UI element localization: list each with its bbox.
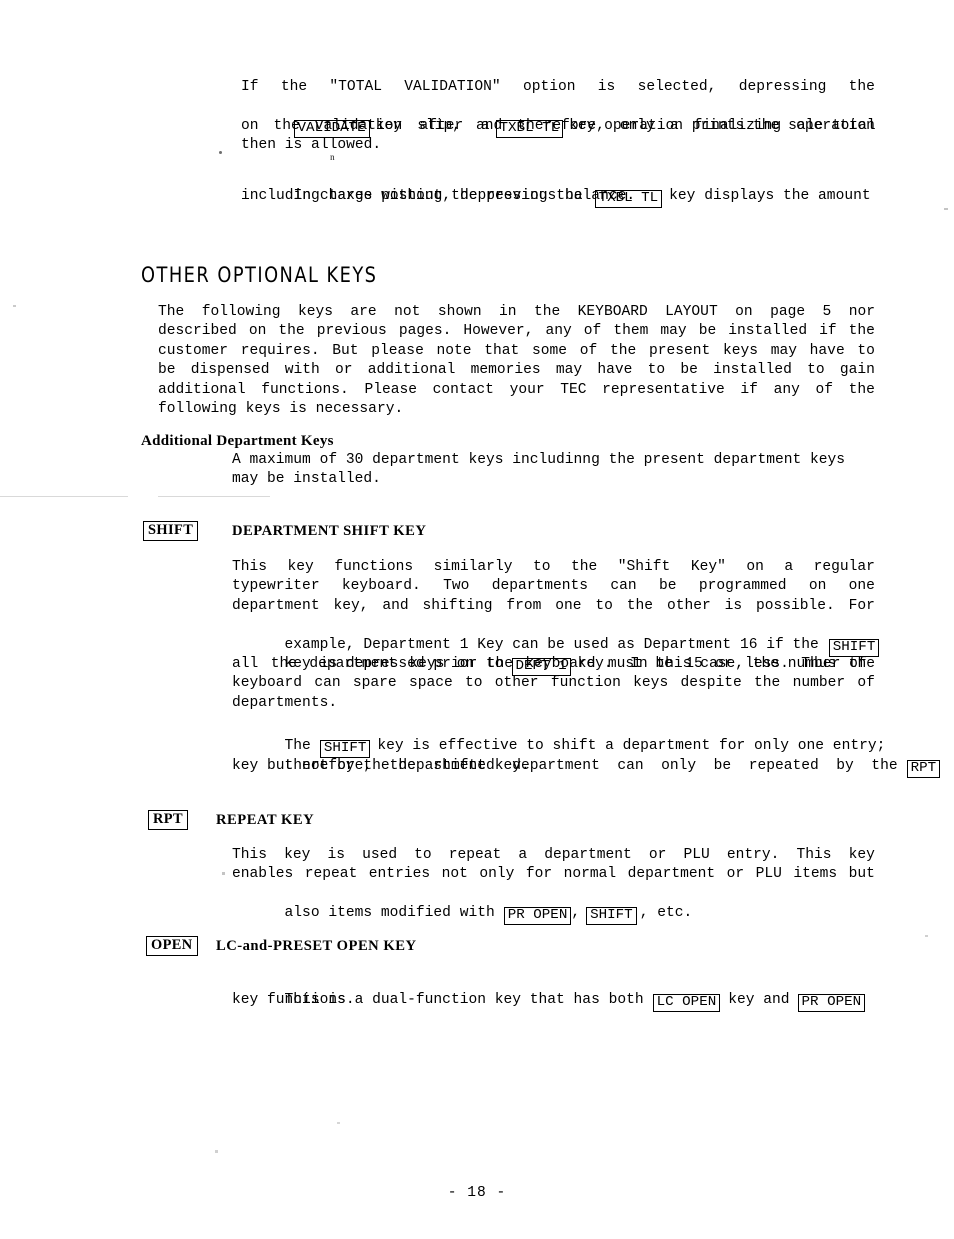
section-title: OTHER OPTIONAL KEYS bbox=[141, 263, 378, 288]
text-line: additional functions. Please contact you… bbox=[158, 381, 875, 398]
additional-departments-paragraph: A maximum of 30 department keys includin… bbox=[232, 451, 875, 490]
text-line: The SHIFT key is effective to shift a depa… bbox=[284, 738, 886, 759]
scan-artifact-line bbox=[158, 496, 270, 497]
keycap-pr-open[interactable]: PR OPEN bbox=[797, 994, 866, 1013]
text-line: This is a dual-function key that has bot… bbox=[232, 972, 875, 1013]
keycap-lc-open[interactable]: LC OPEN bbox=[652, 994, 721, 1013]
open-key-paragraph: This is a dual-function key that has bot… bbox=[232, 972, 875, 1013]
text-line: be dispensed with or additional memories… bbox=[158, 362, 875, 379]
scan-artifact-speck bbox=[215, 1150, 218, 1153]
text-line: customer requires. But please note that … bbox=[158, 342, 875, 359]
key-title-lc-and-preset-open-key: LC-and-PRESET OPEN KEY bbox=[216, 938, 417, 954]
keycap-shift[interactable]: SHIFT bbox=[586, 907, 637, 926]
repeat-key-paragraph: This key is used to repeat a department … bbox=[232, 846, 875, 926]
intro-paragraph-1: If the "TOTAL VALIDATION" option is sele… bbox=[241, 78, 876, 156]
keycap-rpt[interactable]: RPT bbox=[906, 759, 941, 778]
scan-artifact-speck bbox=[925, 935, 928, 937]
text-line: keyboard can spare space to other functi… bbox=[232, 675, 875, 692]
margin-keycap-rpt[interactable]: RPT bbox=[148, 810, 188, 830]
text-line: The following keys are not shown in the … bbox=[158, 304, 875, 320]
text-line: In charge posting, depressing the TXBL TL… bbox=[293, 188, 871, 209]
keycap-shift[interactable]: SHIFT bbox=[828, 638, 880, 657]
margin-keycap-open[interactable]: OPEN bbox=[146, 936, 198, 956]
key-title-repeat-key: REPEAT KEY bbox=[216, 812, 315, 828]
scan-artifact-speck bbox=[219, 151, 222, 154]
text-line: department key, and shifting from one to… bbox=[232, 597, 875, 614]
scan-artifact-speck bbox=[13, 305, 16, 307]
document-page: ⁿ If the "TOTAL VALIDATION" option is se… bbox=[0, 0, 954, 1239]
section-intro-paragraph: The following keys are not shown in the … bbox=[158, 303, 875, 419]
subsection-title-additional-department-keys: Additional Department Keys bbox=[141, 433, 334, 449]
scan-artifact-speck bbox=[944, 208, 948, 210]
text-line: enables repeat entries not only for norm… bbox=[232, 866, 875, 883]
text-line: A maximum of 30 department keys includin… bbox=[232, 452, 846, 468]
shift-key-paragraph-2: The SHIFT key is effective to shift a depa… bbox=[232, 718, 941, 778]
text-line: may be installed. bbox=[232, 471, 381, 488]
text-line: following keys is necessary. bbox=[158, 401, 404, 418]
margin-keycap-shift[interactable]: SHIFT bbox=[143, 521, 199, 541]
scan-artifact-speck bbox=[337, 1122, 340, 1124]
keycap-shift[interactable]: SHIFT bbox=[319, 740, 371, 759]
text-line: then is allowed. bbox=[241, 137, 382, 154]
intro-paragraph-2: In charge posting, depressing the TXBL TL… bbox=[241, 168, 875, 209]
text-line: typewriter keyboard. Two departments can… bbox=[232, 578, 875, 595]
text-line: described on the previous pages. However… bbox=[158, 323, 875, 340]
text-line: VALIDATE key after a TXBL TL key operation … bbox=[241, 97, 876, 138]
page-number: - 18 - bbox=[447, 1185, 507, 1201]
text-line: If the "TOTAL VALIDATION" option is sele… bbox=[241, 79, 875, 95]
text-line: This key functions similarly to the "Shi… bbox=[232, 559, 875, 575]
text-line: This key is used to repeat a department … bbox=[232, 847, 875, 863]
keycap-pr-open[interactable]: PR OPEN bbox=[503, 907, 572, 926]
text-line: on the validation slip, and therefore, o… bbox=[241, 117, 875, 134]
key-title-department-shift-key: DEPARTMENT SHIFT KEY bbox=[232, 523, 427, 539]
shift-key-paragraph-1: This key functions similarly to the "Shi… bbox=[232, 558, 880, 713]
text-line: example, Department 1 Key can be used as… bbox=[232, 616, 880, 657]
text-line: departments. bbox=[232, 694, 338, 711]
text-line: all the department keys on the keyboard … bbox=[232, 656, 875, 672]
scan-artifact-line bbox=[0, 496, 128, 497]
scan-artifact-speck bbox=[222, 872, 225, 875]
text-line: also items modified with PR OPEN, SHIFT, e… bbox=[284, 905, 693, 926]
